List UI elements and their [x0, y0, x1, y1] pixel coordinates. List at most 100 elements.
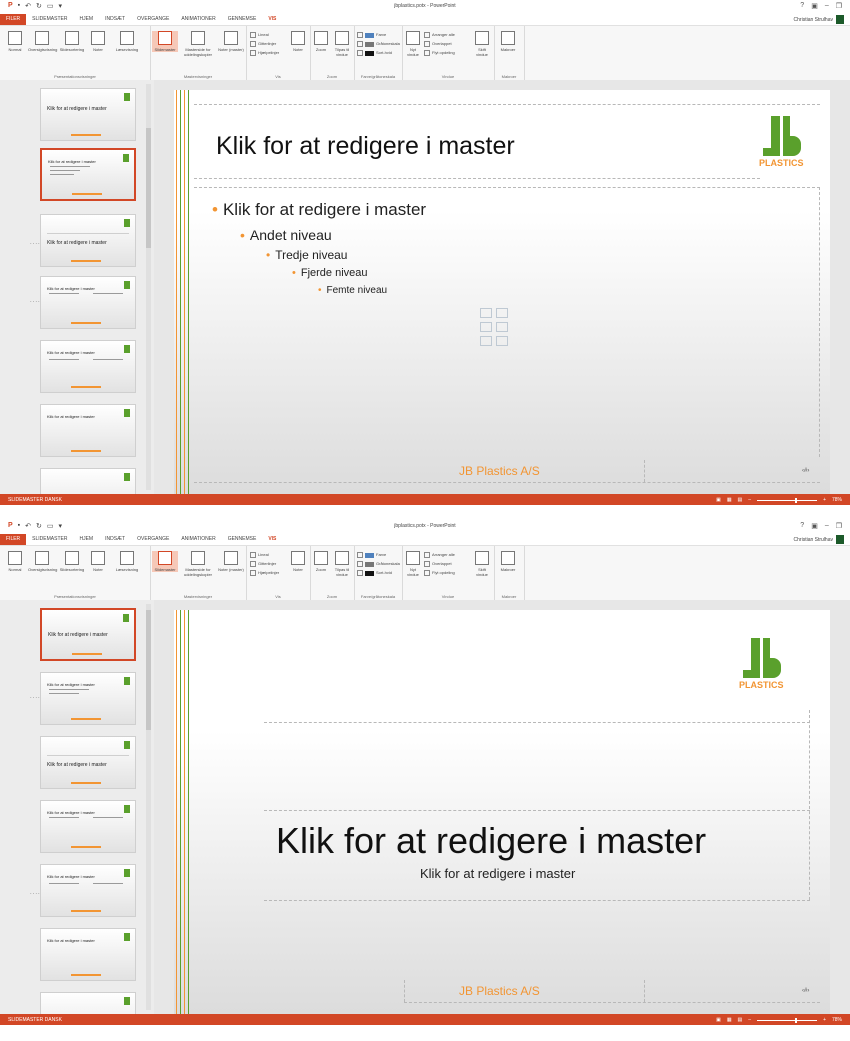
arrange-all-option[interactable]: Arranger alle — [424, 32, 455, 38]
picture-icon[interactable] — [496, 322, 508, 332]
tab-home[interactable]: HJEM — [73, 534, 99, 545]
reading-view-status-icon[interactable]: ▤ — [738, 497, 743, 503]
footer-text[interactable]: JB Plastics A/S — [459, 464, 540, 478]
tab-home[interactable]: HJEM — [73, 14, 99, 25]
zoom-in-icon[interactable]: + — [823, 497, 826, 503]
fit-to-window-button[interactable]: Tilpas til vindue — [332, 551, 352, 577]
handout-master-button[interactable]: Masterside for uddelingskopier — [180, 31, 216, 57]
slide-layout[interactable]: Klik for at redigere i master PLASTICS •… — [174, 90, 830, 494]
reading-view-status-icon[interactable]: ▤ — [738, 1017, 743, 1023]
thumbnail-layout-section[interactable]: Klik for at redigere i master — [40, 736, 136, 789]
zoom-out-icon[interactable]: – — [748, 1017, 751, 1023]
normal-view-status-icon[interactable]: ▣ — [716, 497, 721, 503]
blackwhite-option[interactable]: Sort-hvid — [357, 50, 392, 56]
bullet-level-4[interactable]: • Fjerde niveau — [292, 267, 368, 279]
switch-window-button[interactable]: Skift vindue — [472, 31, 492, 57]
slide-sorter-button[interactable]: Slidesortering — [58, 551, 86, 572]
tab-transitions[interactable]: OVERGANGE — [131, 14, 175, 25]
ribbon-display-icon[interactable]: ▣ — [811, 522, 818, 530]
cascade-option[interactable]: Overlappet — [424, 41, 452, 47]
notes-master-button[interactable]: Noter (master) — [218, 551, 244, 572]
slide-title[interactable]: Klik for at redigere i master — [216, 132, 515, 161]
zoom-level[interactable]: 78% — [832, 497, 842, 503]
chart-icon[interactable] — [496, 308, 508, 318]
tab-file[interactable]: FILER — [0, 534, 27, 545]
zoom-button[interactable]: Zoom — [312, 31, 330, 52]
help-icon[interactable]: ? — [800, 2, 804, 10]
ribbon-display-icon[interactable]: ▣ — [811, 2, 818, 10]
thumbnail-master[interactable]: Klik for at redigere i master — [40, 88, 136, 141]
normal-view-button[interactable]: Normal — [4, 551, 26, 572]
switch-window-button[interactable]: Skift vindue — [472, 551, 492, 577]
slide-layout[interactable]: PLASTICS Klik for at redigere i master K… — [174, 610, 830, 1014]
blackwhite-option[interactable]: Sort-hvid — [357, 570, 392, 576]
user-account[interactable]: Christian Strulhav — [794, 535, 844, 544]
slide-master-button[interactable]: Slidemaster — [152, 551, 178, 572]
thumbnail-layout-title-only[interactable]: Klik for at redigere i master — [40, 404, 136, 457]
thumbnail-scrollbar[interactable] — [146, 604, 151, 1010]
smartart-icon[interactable] — [480, 322, 492, 332]
restore-icon[interactable]: ❐ — [836, 522, 842, 530]
zoom-in-icon[interactable]: + — [823, 1017, 826, 1023]
sorter-view-status-icon[interactable]: ▦ — [727, 497, 732, 503]
tab-slidemaster[interactable]: SLIDEMASTER — [26, 14, 73, 25]
bullet-level-2[interactable]: • Andet niveau — [240, 227, 332, 243]
help-icon[interactable]: ? — [800, 522, 804, 530]
move-split-option[interactable]: Flyt opdeling — [424, 50, 455, 56]
gridlines-checkbox[interactable]: Gitterlinjer — [250, 41, 276, 47]
tab-animations[interactable]: ANIMATIONER — [175, 14, 221, 25]
zoom-slider-knob[interactable] — [795, 497, 798, 503]
zoom-slider[interactable] — [757, 1017, 818, 1023]
normal-view-status-icon[interactable]: ▣ — [716, 1017, 721, 1023]
notes-button[interactable]: Noter — [288, 31, 308, 52]
thumbnail-layout-comparison[interactable]: Klik for at redigere i master — [40, 340, 136, 393]
guides-checkbox[interactable]: Hjælpelinjer — [250, 570, 279, 576]
bullet-level-5[interactable]: • Femte niveau — [318, 285, 387, 296]
zoom-level[interactable]: 78% — [832, 1017, 842, 1023]
slide-master-button[interactable]: Slidemaster — [152, 31, 178, 52]
bullet-level-1[interactable]: • Klik for at redigere i master — [212, 200, 426, 220]
tab-view[interactable]: VIS — [262, 14, 282, 25]
thumbnail-layout-two-content[interactable]: Klik for at redigere i master — [40, 800, 136, 853]
macros-button[interactable]: Makroer — [497, 551, 519, 572]
new-window-button[interactable]: Nyt vindue — [404, 31, 422, 57]
color-option[interactable]: Farve — [357, 32, 386, 38]
grayscale-option[interactable]: Gråtoneskala — [357, 561, 400, 567]
arrange-all-option[interactable]: Arranger alle — [424, 552, 455, 558]
slide-sorter-button[interactable]: Slidesortering — [58, 31, 86, 52]
thumbnail-scrollbar[interactable] — [146, 84, 151, 490]
notes-button[interactable]: Noter — [288, 551, 308, 572]
ruler-checkbox[interactable]: Lineal — [250, 552, 269, 558]
gridlines-checkbox[interactable]: Gitterlinjer — [250, 561, 276, 567]
reading-view-button[interactable]: Læsevisning — [112, 31, 142, 52]
scrollbar-thumb[interactable] — [146, 610, 151, 730]
tab-slidemaster[interactable]: SLIDEMASTER — [26, 534, 73, 545]
zoom-slider-knob[interactable] — [795, 1017, 798, 1023]
cascade-option[interactable]: Overlappet — [424, 561, 452, 567]
move-split-option[interactable]: Flyt opdeling — [424, 570, 455, 576]
scrollbar-thumb[interactable] — [146, 128, 151, 248]
normal-view-button[interactable]: Normal — [4, 31, 26, 52]
slide-subtitle[interactable]: Klik for at redigere i master — [420, 866, 575, 881]
notes-page-button[interactable]: Noter — [88, 31, 108, 52]
slide-thumbnail-pane[interactable]: Klik for at redigere i master Klik for a… — [0, 80, 154, 494]
color-option[interactable]: Farve — [357, 552, 386, 558]
macros-button[interactable]: Makroer — [497, 31, 519, 52]
tab-insert[interactable]: INDSÆT — [99, 14, 131, 25]
reading-view-button[interactable]: Læsevisning — [112, 551, 142, 572]
minimize-icon[interactable]: – — [825, 522, 829, 530]
tab-insert[interactable]: INDSÆT — [99, 534, 131, 545]
outline-view-button[interactable]: Oversigtsvisning — [28, 31, 57, 52]
thumbnail-layout-title-content[interactable]: Klik for at redigere i master — [40, 148, 136, 201]
fit-to-window-button[interactable]: Tilpas til vindue — [332, 31, 352, 57]
thumbnail-layout-section[interactable]: Klik for at redigere i master — [40, 214, 136, 267]
restore-icon[interactable]: ❐ — [836, 2, 842, 10]
thumbnail-layout-two-content[interactable]: Klik for at redigere i master — [40, 276, 136, 329]
tab-view[interactable]: VIS — [262, 534, 282, 545]
bullet-level-3[interactable]: • Tredje niveau — [266, 248, 347, 262]
online-picture-icon[interactable] — [480, 336, 492, 346]
ruler-checkbox[interactable]: Lineal — [250, 32, 269, 38]
thumbnail-layout-blank[interactable] — [40, 992, 136, 1014]
slide-number[interactable]: ‹#› — [802, 468, 809, 474]
tab-transitions[interactable]: OVERGANGE — [131, 534, 175, 545]
